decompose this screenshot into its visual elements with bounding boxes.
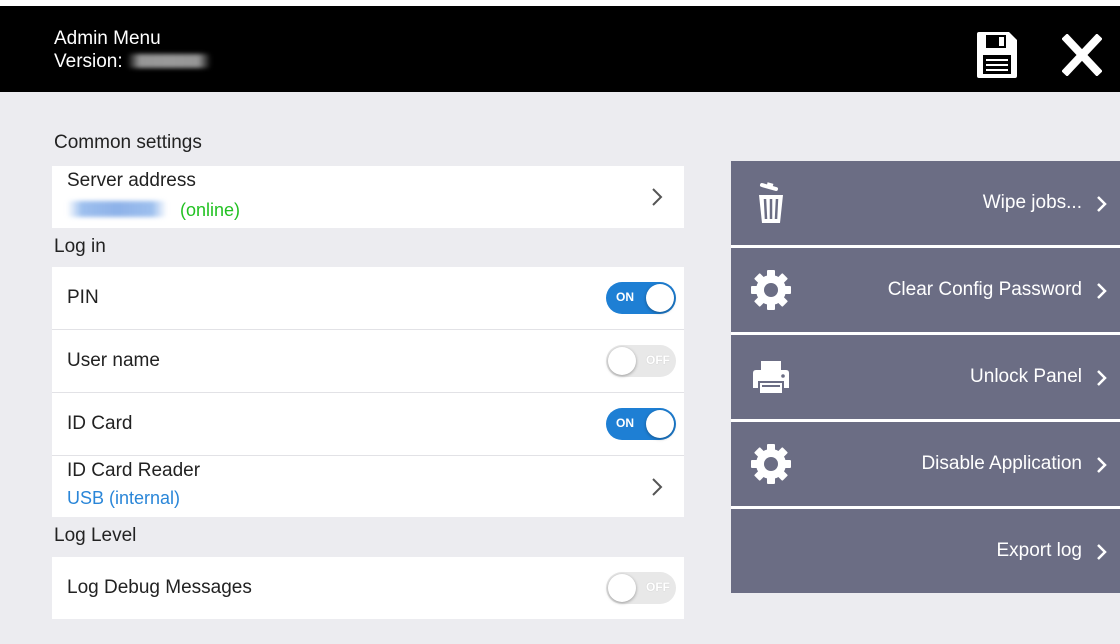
- log-debug-toggle[interactable]: OFF: [606, 572, 676, 604]
- id-card-reader-row[interactable]: ID Card Reader USB (internal): [52, 456, 684, 517]
- username-toggle[interactable]: OFF: [606, 345, 676, 377]
- log-debug-row: Log Debug Messages OFF: [52, 557, 684, 619]
- wipe-jobs-button[interactable]: Wipe jobs...: [731, 161, 1120, 245]
- unlock-panel-label: Unlock Panel: [970, 366, 1082, 387]
- chevron-right-icon: [652, 188, 663, 206]
- clear-config-password-button[interactable]: Clear Config Password: [731, 248, 1120, 332]
- gear-icon: [751, 270, 791, 310]
- server-address-label: Server address: [67, 170, 196, 191]
- pin-toggle[interactable]: ON: [606, 282, 676, 314]
- server-ip-redacted: [67, 201, 167, 217]
- version-label: Version:: [54, 51, 123, 72]
- section-log-in: Log in: [54, 236, 106, 257]
- server-address-value: (online): [67, 200, 240, 221]
- export-log-button[interactable]: Export log: [731, 509, 1120, 593]
- disable-application-button[interactable]: Disable Application: [731, 422, 1120, 506]
- save-button[interactable]: [975, 30, 1019, 80]
- top-bar: Admin Menu Version:: [0, 0, 1120, 92]
- chevron-right-icon: [652, 477, 663, 496]
- unlock-panel-button[interactable]: Unlock Panel: [731, 335, 1120, 419]
- pin-label: PIN: [67, 287, 99, 308]
- chevron-right-icon: [1097, 457, 1107, 473]
- chevron-right-icon: [1097, 544, 1107, 560]
- log-in-panel: PIN ON User name OFF ID Card ON ID Card …: [52, 267, 684, 517]
- id-card-reader-value: USB (internal): [67, 488, 181, 508]
- log-level-panel: Log Debug Messages OFF: [52, 557, 684, 619]
- chevron-right-icon: [1097, 283, 1107, 299]
- server-address-row[interactable]: Server address (online): [52, 166, 684, 228]
- disable-application-label: Disable Application: [921, 453, 1082, 474]
- pin-row: PIN ON: [52, 267, 684, 329]
- toggle-knob: [646, 410, 674, 438]
- idcard-row: ID Card ON: [52, 393, 684, 455]
- id-card-reader-label: ID Card Reader: [67, 460, 201, 481]
- pin-toggle-state: ON: [616, 290, 634, 304]
- log-debug-label: Log Debug Messages: [67, 577, 252, 598]
- chevron-right-icon: [1097, 196, 1107, 212]
- gear-icon: [751, 444, 791, 484]
- toggle-knob: [646, 284, 674, 312]
- server-status: (online): [180, 200, 241, 220]
- idcard-toggle[interactable]: ON: [606, 408, 676, 440]
- section-common-settings: Common settings: [54, 132, 202, 153]
- printer-icon: [753, 361, 789, 395]
- username-label: User name: [67, 350, 160, 371]
- trash-icon: [759, 182, 783, 223]
- username-toggle-state: OFF: [646, 353, 670, 367]
- idcard-label: ID Card: [67, 413, 133, 434]
- app-title: Admin Menu: [54, 28, 161, 49]
- close-icon: [1061, 33, 1103, 77]
- version-value-redacted: [126, 54, 211, 68]
- toggle-knob: [608, 574, 636, 602]
- close-button[interactable]: [1061, 33, 1103, 77]
- wipe-jobs-label: Wipe jobs...: [982, 192, 1082, 213]
- version-row: Version:: [54, 51, 211, 73]
- export-log-label: Export log: [996, 540, 1082, 561]
- toggle-knob: [608, 347, 636, 375]
- log-debug-toggle-state: OFF: [646, 580, 670, 594]
- idcard-toggle-state: ON: [616, 416, 634, 430]
- floppy-disk-icon: [977, 32, 1017, 78]
- clear-config-password-label: Clear Config Password: [887, 279, 1082, 300]
- username-row: User name OFF: [52, 330, 684, 392]
- common-settings-panel: Server address (online): [52, 166, 684, 228]
- section-log-level: Log Level: [54, 525, 137, 546]
- chevron-right-icon: [1097, 370, 1107, 386]
